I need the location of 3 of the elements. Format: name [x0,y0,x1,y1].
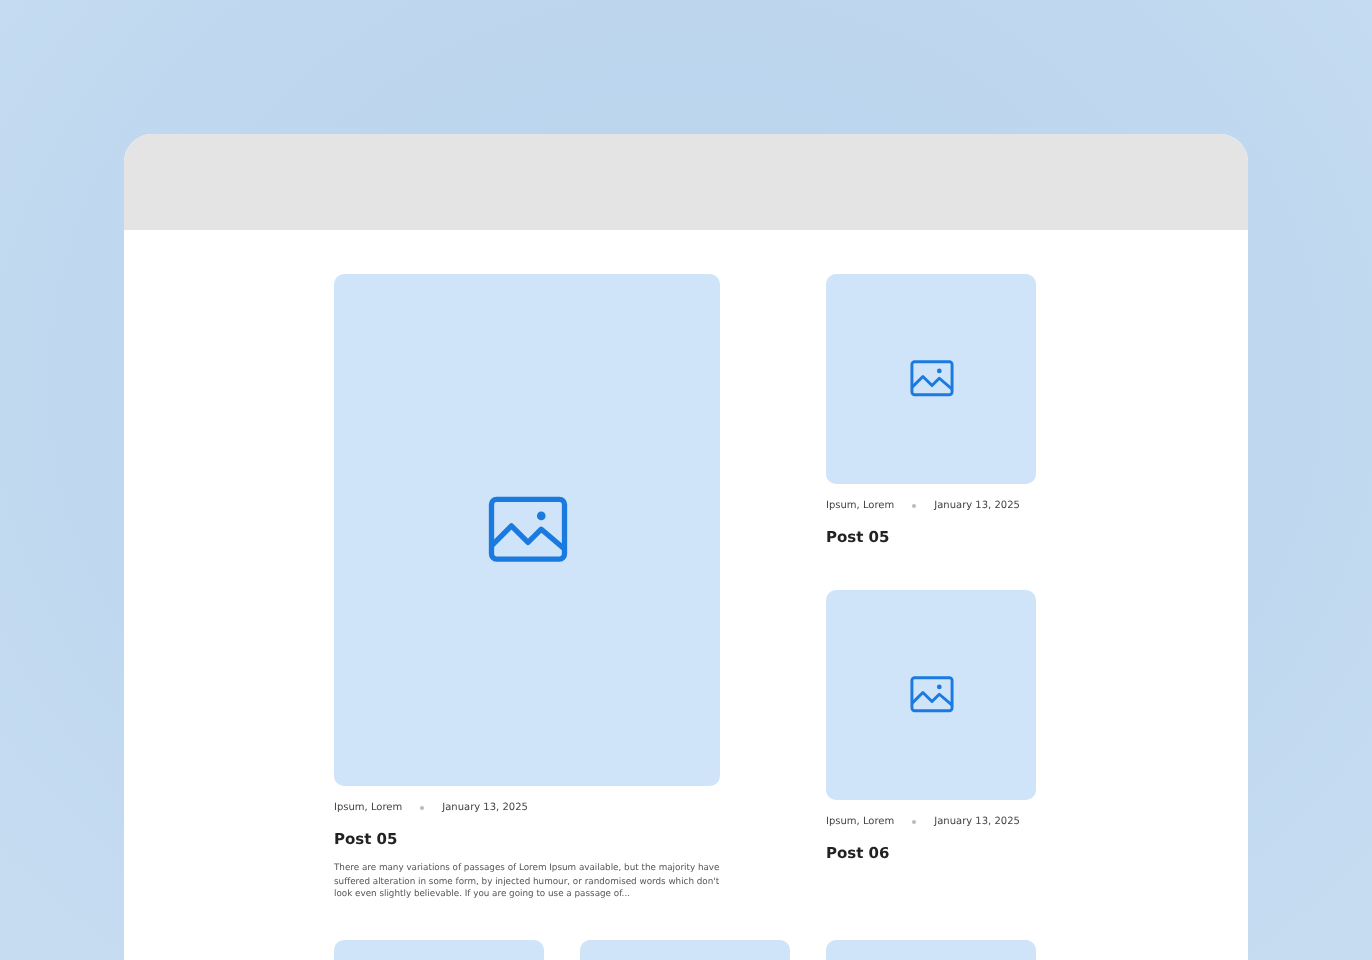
image-icon [909,676,953,714]
image-icon [487,496,567,564]
image-icon [909,360,953,398]
